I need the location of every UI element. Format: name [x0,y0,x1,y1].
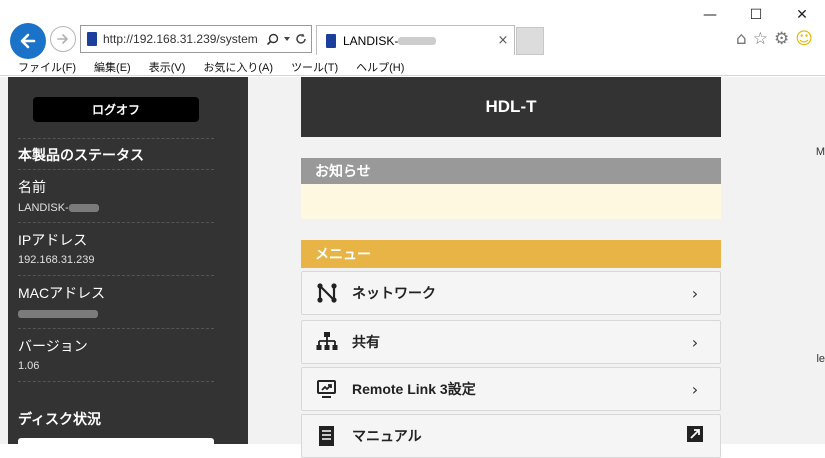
menu-item-remote-link[interactable]: Remote Link 3設定 › [301,367,721,411]
tab-landisk[interactable]: LANDISK- × [316,25,515,55]
menu-item-manual[interactable]: マニュアル [301,414,721,458]
chevron-right-icon: › [691,283,699,303]
menu-item-label: ネットワーク [352,285,436,301]
offscreen-text-fragment: le [816,353,825,365]
menu-help[interactable]: ヘルプ(H) [347,57,413,75]
ip-label: IPアドレス [18,232,88,248]
notice-heading: お知らせ [301,158,721,184]
tab-close-icon[interactable]: × [492,33,514,48]
name-value: LANDISK- [18,202,99,214]
disk-status-heading: ディスク状況 [18,411,102,427]
menu-favorites[interactable]: お気に入り(A) [194,57,282,75]
feedback-smiley-icon[interactable]: ☺ [795,29,813,49]
share-tree-icon [316,331,338,353]
new-tab-button[interactable] [516,27,544,55]
chevron-right-icon: › [691,332,699,352]
forward-arrow-icon [57,34,68,44]
address-bar-row: http://192.168.31.239/system LANDISK- × … [0,20,825,59]
sidebar-divider [18,169,214,170]
menu-heading: メニュー [301,240,721,268]
tab-favicon-icon [326,33,336,48]
menu-edit[interactable]: 編集(E) [85,57,140,75]
menu-item-share[interactable]: 共有 › [301,320,721,364]
mac-label: MACアドレス [18,285,106,301]
device-title: HDL-T [301,77,721,137]
name-label: 名前 [18,179,46,195]
notice-body [301,184,721,219]
page-viewport: ログオフ 本製品のステータス 名前 LANDISK- IPアドレス 192.16… [0,77,825,458]
remote-link-icon [316,378,338,400]
sidebar-divider [18,328,214,329]
site-favicon-icon [87,32,97,46]
network-icon [316,282,338,304]
refresh-icon[interactable] [295,33,307,45]
forward-button[interactable] [50,26,76,52]
tab-title: LANDISK- [343,34,492,48]
address-input[interactable]: http://192.168.31.239/system [80,25,312,53]
version-label: バージョン [18,338,88,354]
menu-tools[interactable]: ツール(T) [282,57,347,75]
menu-item-label: Remote Link 3設定 [352,381,476,397]
disk-status-box [18,438,214,448]
sidebar-divider [18,138,214,139]
menu-item-label: 共有 [352,334,380,350]
mac-value [18,308,98,320]
ip-value: 192.168.31.239 [18,254,95,266]
back-button[interactable] [10,23,46,59]
logout-button[interactable]: ログオフ [33,97,199,122]
sidebar-divider [18,275,214,276]
sidebar: ログオフ 本製品のステータス 名前 LANDISK- IPアドレス 192.16… [8,77,248,448]
back-arrow-icon [20,33,36,49]
dropdown-icon[interactable] [283,35,291,43]
version-value: 1.06 [18,360,40,372]
main-content: HDL-T お知らせ メニュー ネットワーク › 共有 › Remote Lin… [248,77,825,458]
status-heading: 本製品のステータス [18,147,144,163]
menu-item-network[interactable]: ネットワーク › [301,271,721,315]
home-icon[interactable]: ⌂ [736,29,747,49]
offscreen-text-fragment: M [815,146,825,158]
settings-gear-icon[interactable]: ⚙ [774,29,789,49]
favorites-star-icon[interactable]: ☆ [753,29,768,49]
address-text[interactable]: http://192.168.31.239/system [103,32,266,46]
menu-view[interactable]: 表示(V) [140,57,195,75]
chevron-right-icon: › [691,379,699,399]
menu-bar: ファイル(F) 編集(E) 表示(V) お気に入り(A) ツール(T) ヘルプ(… [0,57,825,76]
menu-item-label: マニュアル [352,428,422,444]
menu-file[interactable]: ファイル(F) [0,57,85,75]
search-icon[interactable] [266,33,279,46]
sidebar-divider [18,381,214,382]
sidebar-divider [18,222,214,223]
